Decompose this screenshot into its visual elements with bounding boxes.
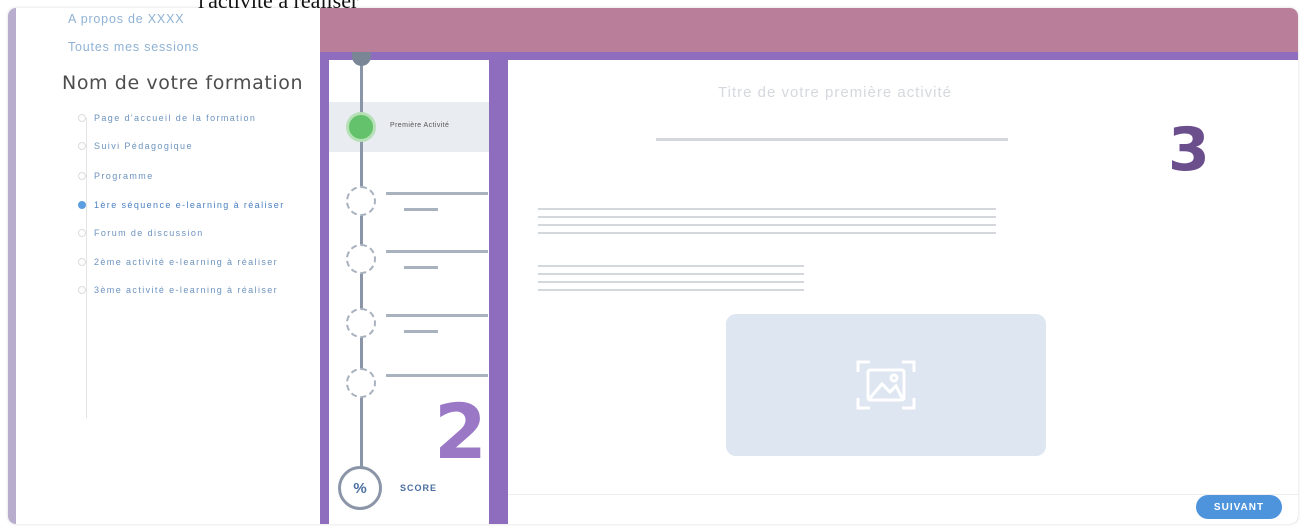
nav-dot-icon [78,286,86,294]
text-placeholder-line [538,232,996,234]
title-underline [656,138,1008,141]
image-placeholder [726,314,1046,456]
text-placeholder-line [538,289,804,291]
nav-item-label: Page d'accueil de la formation [94,113,257,123]
text-placeholder-line [538,224,996,226]
step-subtitle-placeholder [404,266,438,269]
next-button[interactable]: SUIVANT [1196,495,1282,519]
nav-dot-active-icon [78,201,86,209]
content-footer-divider [508,494,1298,495]
app-window: A propos de XXXX Toutes mes sessions Nom… [8,8,1298,524]
nav-dot-icon [78,258,86,266]
nav-item-home[interactable]: Page d'accueil de la formation [78,110,256,126]
nav-item-label: 3ème activité e-learning à réaliser [94,285,279,295]
step-subtitle-placeholder [404,208,438,211]
nav-item-forum[interactable]: Forum de discussion [78,225,204,241]
activity-stepper: Première Activité 2 % SCORE [320,52,498,524]
step-subtitle-placeholder [404,330,438,333]
text-placeholder-line [538,281,804,283]
first-step-label[interactable]: Première Activité [390,122,449,129]
nav-item-program[interactable]: Programme [78,168,154,184]
step-node-icon[interactable] [346,308,376,338]
nav-dot-icon [78,172,86,180]
step-node-icon[interactable] [346,244,376,274]
completed-step-icon[interactable] [346,112,376,142]
step-node-icon[interactable] [346,368,376,398]
activity-content: Titre de votre première activité 3 [508,60,1298,524]
nav-item-second-activity[interactable]: 2ème activité e-learning à réaliser [78,254,278,270]
nav-item-first-sequence[interactable]: 1ère séquence e-learning à réaliser [78,197,285,213]
step-title-placeholder [386,250,488,253]
text-placeholder-line [538,273,804,275]
score-label[interactable]: SCORE [400,483,437,493]
nav-item-label: Programme [94,171,154,181]
nav-dot-icon [78,229,86,237]
nav-item-label: Suivi Pédagogique [94,141,193,151]
text-placeholder-line [538,265,804,267]
score-symbol: % [353,479,367,497]
step-title-placeholder [386,192,488,195]
text-placeholder-line [538,208,996,210]
nav-item-label: 1ère séquence e-learning à réaliser [94,200,285,210]
step-title-placeholder [386,374,488,377]
nav-item-third-activity[interactable]: 3ème activité e-learning à réaliser [78,282,278,298]
step-node-icon[interactable] [346,186,376,216]
activity-title: Titre de votre première activité [718,84,953,101]
course-title: Nom de votre formation [62,72,304,94]
nav-item-follow-up[interactable]: Suivi Pédagogique [78,138,193,154]
about-link[interactable]: A propos de XXXX [68,12,184,26]
image-icon [856,360,916,410]
callout-number-2: 2 [434,387,487,476]
nav-dot-icon [78,114,86,122]
callout-number-3: 3 [1168,115,1210,185]
left-navigation: A propos de XXXX Toutes mes sessions Nom… [16,8,320,524]
nav-item-label: Forum de discussion [94,228,204,238]
nav-dot-icon [78,142,86,150]
header-band [320,8,1298,52]
nav-item-label: 2ème activité e-learning à réaliser [94,257,279,267]
step-title-placeholder [386,314,488,317]
all-sessions-link[interactable]: Toutes mes sessions [68,40,199,54]
text-placeholder-line [538,216,996,218]
score-percent-icon[interactable]: % [338,466,382,510]
window-edge [8,8,16,524]
